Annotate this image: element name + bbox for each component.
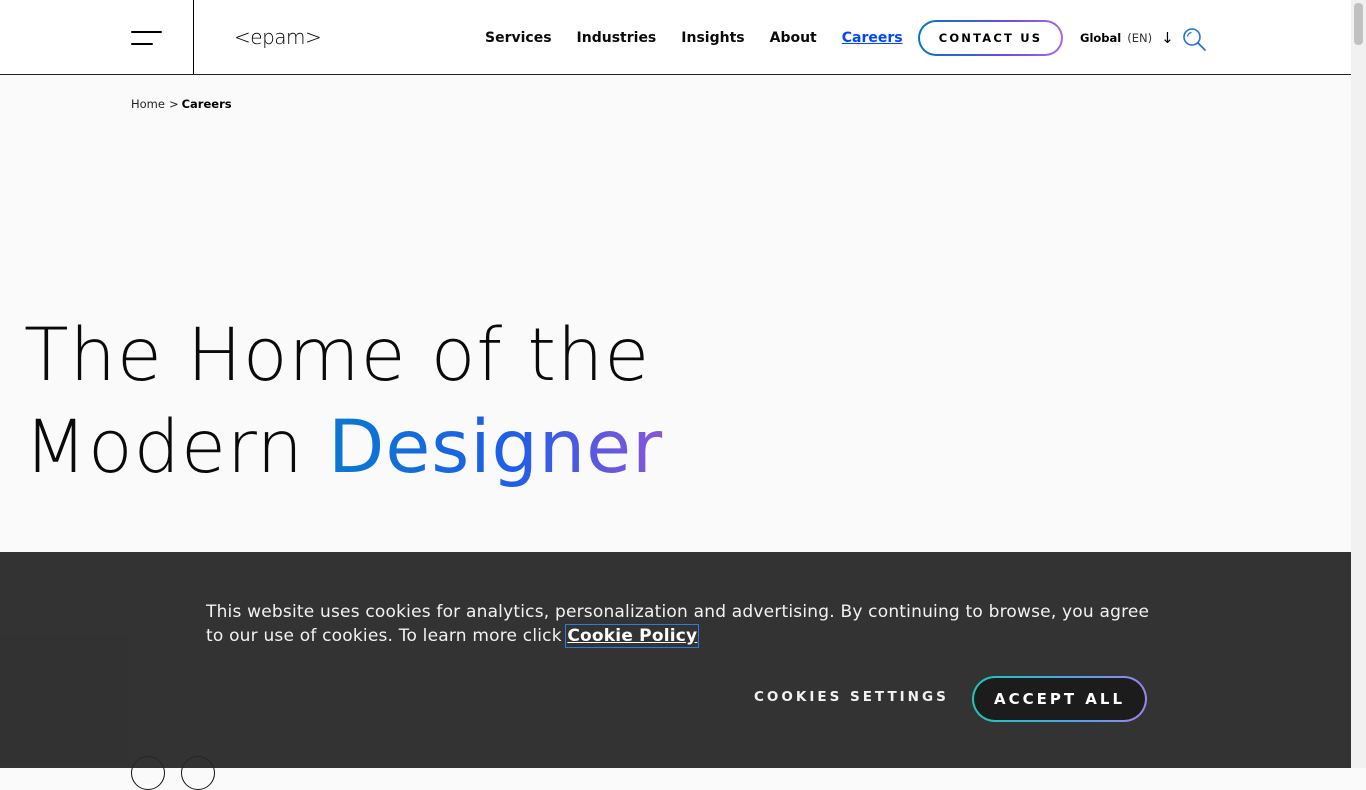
nav-about[interactable]: About bbox=[770, 28, 817, 48]
language-code: (EN) bbox=[1127, 31, 1153, 45]
breadcrumb-current: Careers bbox=[181, 97, 232, 111]
language-selector[interactable]: Global (EN) ↓ bbox=[1080, 29, 1174, 47]
contact-us-button[interactable]: CONTACT US bbox=[918, 20, 1063, 56]
nav-industries[interactable]: Industries bbox=[577, 28, 657, 48]
site-header: <epam> Services Industries Insights Abou… bbox=[0, 0, 1351, 75]
menu-line bbox=[131, 31, 162, 33]
chevron-down-icon: ↓ bbox=[1161, 29, 1174, 47]
header-divider bbox=[193, 0, 194, 74]
hero-line-2-accent: Designer bbox=[328, 405, 664, 490]
breadcrumb: Home > Careers bbox=[131, 97, 232, 111]
epam-logo[interactable]: <epam> bbox=[234, 23, 322, 51]
breadcrumb-separator: > bbox=[168, 97, 179, 111]
hero-line-1: The Home of the bbox=[24, 313, 651, 398]
contact-us-label: CONTACT US bbox=[920, 22, 1061, 54]
main-nav: Services Industries Insights About Caree… bbox=[485, 28, 928, 48]
scrollbar-thumb[interactable] bbox=[1354, 3, 1363, 45]
cookie-policy-link[interactable]: Cookie Policy bbox=[565, 624, 700, 648]
accept-all-label: ACCEPT ALL bbox=[974, 678, 1145, 720]
nav-careers[interactable]: Careers bbox=[842, 28, 903, 48]
search-icon[interactable] bbox=[1182, 27, 1207, 52]
page-scrollbar[interactable] bbox=[1351, 0, 1366, 768]
menu-line bbox=[131, 43, 153, 45]
breadcrumb-home[interactable]: Home bbox=[131, 97, 165, 111]
nav-services[interactable]: Services bbox=[485, 28, 552, 48]
menu-icon[interactable] bbox=[131, 30, 163, 46]
language-region: Global bbox=[1080, 31, 1122, 45]
cookies-settings-button[interactable]: COOKIES SETTINGS bbox=[754, 689, 949, 705]
cookie-message: This website uses cookies for analytics,… bbox=[206, 600, 1156, 648]
accept-all-button[interactable]: ACCEPT ALL bbox=[972, 676, 1147, 722]
nav-insights[interactable]: Insights bbox=[681, 28, 744, 48]
hero-title: The Home of the Modern Designer bbox=[24, 310, 663, 494]
hero-line-2-prefix: Modern bbox=[24, 405, 329, 490]
cookie-banner: This website uses cookies for analytics,… bbox=[0, 552, 1351, 768]
